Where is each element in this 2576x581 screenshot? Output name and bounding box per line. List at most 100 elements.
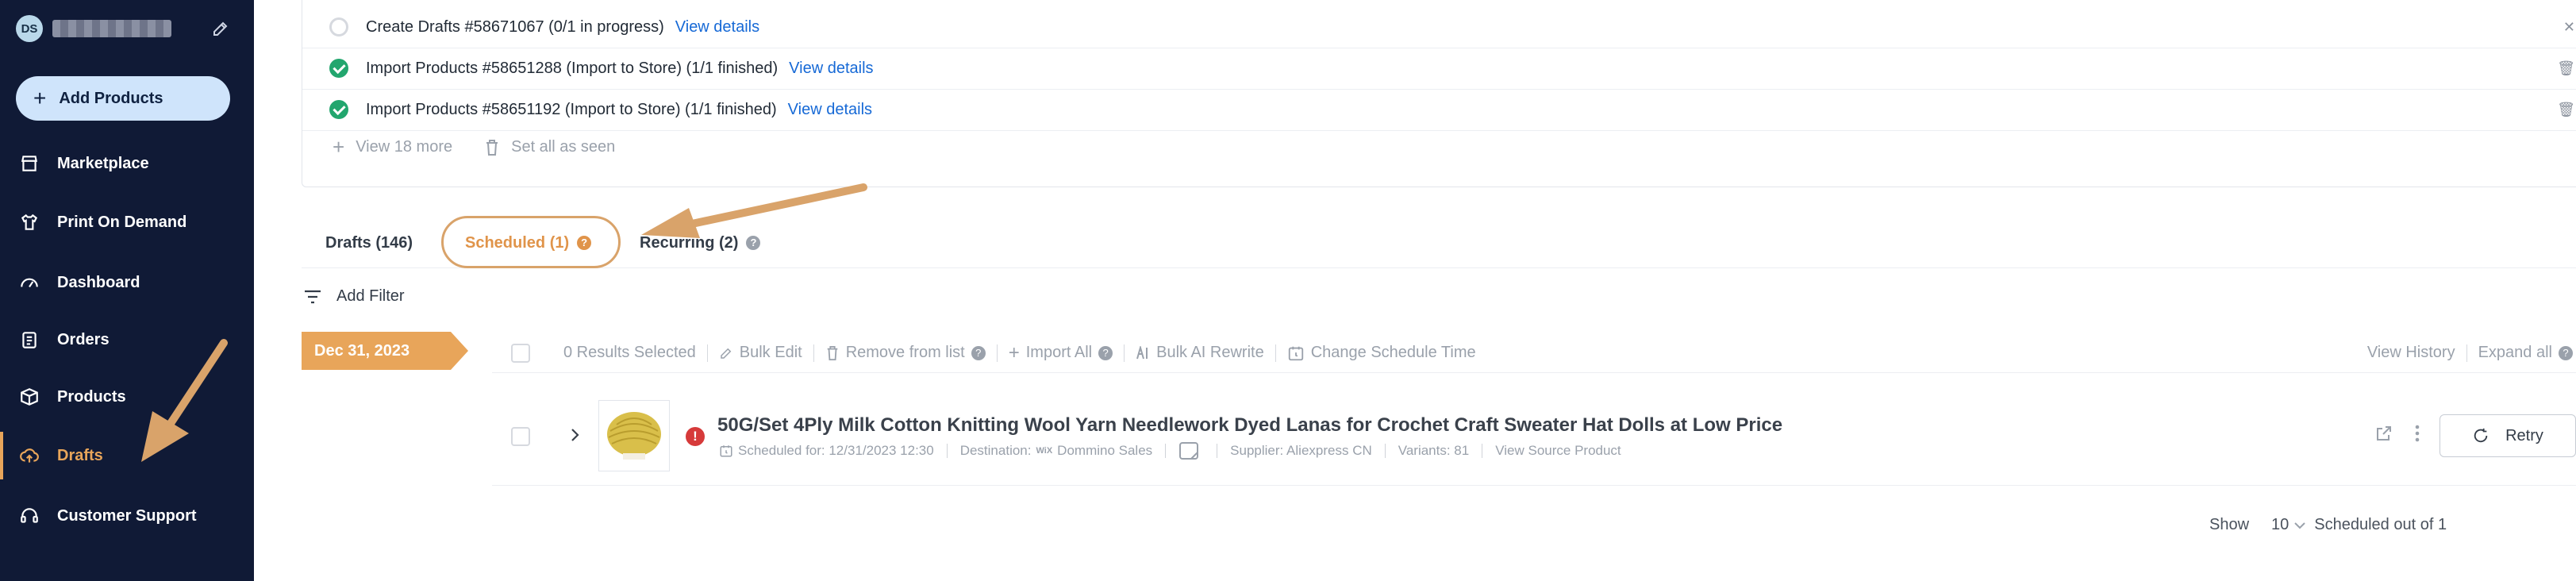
notification-row: Import Products #58651192 (Import to Sto…	[329, 89, 2575, 130]
sticky-note-icon[interactable]	[1178, 441, 1199, 460]
view-details-link[interactable]: View details	[788, 101, 872, 119]
set-all-seen-label: Set all as seen	[511, 138, 616, 156]
view-more-link[interactable]: View 18 more	[356, 138, 452, 156]
destination-store: Dommino Sales	[1057, 443, 1153, 458]
check-circle-icon	[329, 100, 348, 119]
user-account[interactable]: DS	[16, 13, 230, 44]
view-source-link[interactable]: View Source Product	[1495, 443, 1621, 459]
external-link-icon[interactable]	[2374, 424, 2393, 443]
help-icon[interactable]: ?	[1098, 345, 1113, 360]
product-thumbnail[interactable]	[598, 400, 670, 471]
bulk-edit-button[interactable]: Bulk Edit	[719, 344, 802, 362]
notification-row: Create Drafts #58671067 (0/1 in progress…	[329, 6, 2575, 48]
product-row: ! 50G/Set 4Ply Milk Cotton Knitting Wool…	[492, 386, 2576, 486]
notifications-panel: Create Drafts #58671067 (0/1 in progress…	[302, 0, 2576, 187]
change-schedule-time-button[interactable]: Change Schedule Time	[1287, 344, 1476, 362]
change-time-label: Change Schedule Time	[1310, 344, 1476, 361]
pagination: Show 10 Scheduled out of 1	[2209, 516, 2447, 534]
selected-count: 0 Results Selected	[563, 344, 696, 361]
expand-all-button[interactable]: Expand all ?	[2478, 344, 2573, 362]
sidebar-item-label: Marketplace	[57, 154, 149, 172]
sidebar-item-label: Products	[57, 387, 126, 406]
add-products-label: Add Products	[59, 89, 163, 107]
expand-all-label: Expand all	[2478, 344, 2552, 361]
destination-label: Destination:	[959, 443, 1032, 458]
divider	[1275, 344, 1276, 362]
add-filter-button[interactable]: Add Filter	[303, 287, 405, 306]
set-all-seen-button[interactable]: Set all as seen	[484, 138, 615, 156]
sidebar-item-orders[interactable]: Orders	[0, 316, 254, 364]
pencil-icon[interactable]	[211, 19, 230, 38]
variants: Variants: 81	[1398, 443, 1470, 458]
sidebar-item-drafts[interactable]: Drafts	[0, 432, 254, 479]
add-products-button[interactable]: + Add Products	[16, 76, 230, 121]
show-label: Show	[2209, 516, 2250, 533]
refresh-icon	[2474, 428, 2488, 443]
tab-drafts[interactable]: Drafts (146)	[325, 225, 413, 260]
close-icon[interactable]: ✕	[2563, 19, 2575, 36]
notification-text: Create Drafts #58671067 (0/1 in progress…	[366, 17, 664, 36]
notification-text: Import Products #58651192 (Import to Sto…	[366, 100, 777, 118]
remove-from-list-button[interactable]: Remove from list ?	[825, 344, 986, 362]
sidebar-item-marketplace[interactable]: Marketplace	[0, 140, 254, 187]
trash-icon	[827, 345, 838, 360]
bulk-ai-rewrite-button[interactable]: Bulk AI Rewrite	[1136, 344, 1264, 362]
check-circle-icon	[329, 59, 348, 78]
sidebar-item-label: Orders	[57, 330, 110, 348]
import-all-button[interactable]: + Import All ?	[1009, 342, 1113, 364]
divider	[2466, 344, 2467, 362]
view-details-link[interactable]: View details	[675, 18, 759, 37]
trash-icon[interactable]: 🗑	[2557, 102, 2575, 118]
sidebar-item-customer-support[interactable]: Customer Support	[0, 492, 254, 540]
pending-status-icon	[329, 17, 348, 37]
add-filter-label: Add Filter	[336, 287, 405, 305]
store-icon	[21, 156, 37, 171]
remove-label: Remove from list	[845, 344, 965, 361]
sidebar-item-products[interactable]: Products	[0, 373, 254, 421]
product-title[interactable]: 50G/Set 4Ply Milk Cotton Knitting Wool Y…	[717, 414, 1782, 437]
tab-label: Drafts (146)	[325, 233, 413, 252]
bulk-edit-label: Bulk Edit	[739, 344, 802, 361]
retry-button[interactable]: Retry	[2440, 414, 2576, 457]
sidebar-item-dashboard[interactable]: Dashboard	[0, 259, 254, 306]
help-icon[interactable]: ?	[746, 236, 761, 250]
chevron-right-icon[interactable]	[565, 425, 584, 444]
divider	[1384, 444, 1386, 458]
clipboard-icon	[22, 332, 37, 348]
chevron-down-icon[interactable]	[2293, 521, 2306, 530]
select-all-checkbox[interactable]	[511, 343, 530, 363]
error-icon[interactable]: !	[686, 427, 705, 446]
bulk-toolbar: 0 Results Selected Bulk Edit Remove from…	[492, 333, 2576, 373]
divider	[1165, 444, 1167, 458]
pencil-icon	[721, 348, 732, 359]
filter-icon	[305, 290, 321, 303]
help-icon[interactable]: ?	[2559, 345, 2573, 360]
help-icon[interactable]: ?	[971, 345, 986, 360]
calendar-clock-icon	[1288, 346, 1303, 360]
view-history-button[interactable]: View History	[2367, 344, 2455, 362]
avatar: DS	[16, 15, 43, 42]
tab-recurring[interactable]: Recurring (2) ?	[640, 225, 761, 260]
user-name-redacted	[52, 20, 171, 37]
date-group-tag: Dec 31, 2023	[302, 332, 468, 370]
wix-logo: WiX	[1036, 446, 1053, 456]
tab-scheduled[interactable]: Scheduled (1) ?	[465, 225, 592, 260]
per-page-select[interactable]: 10	[2271, 516, 2289, 534]
help-icon[interactable]: ?	[577, 236, 592, 250]
divider	[946, 444, 948, 458]
trash-icon[interactable]: 🗑	[2557, 60, 2575, 77]
view-details-link[interactable]: View details	[789, 60, 873, 78]
sidebar: DS + Add Products Marketplace Print On D…	[0, 0, 254, 581]
pagination-summary: Scheduled out of 1	[2314, 516, 2447, 533]
print-on-demand-icon	[21, 214, 38, 230]
divider	[706, 344, 708, 362]
sidebar-item-print-on-demand[interactable]: Print On Demand	[0, 198, 254, 246]
trash-icon	[486, 139, 498, 156]
notifications-footer: + View 18 more Set all as seen	[333, 135, 615, 160]
plus-icon: +	[33, 86, 47, 110]
row-checkbox[interactable]	[511, 427, 530, 446]
plus-icon: +	[1008, 341, 1020, 364]
cloud-upload-icon	[20, 448, 39, 463]
more-options-icon[interactable]	[2408, 422, 2427, 444]
notification-text: Import Products #58651288 (Import to Sto…	[366, 59, 779, 77]
